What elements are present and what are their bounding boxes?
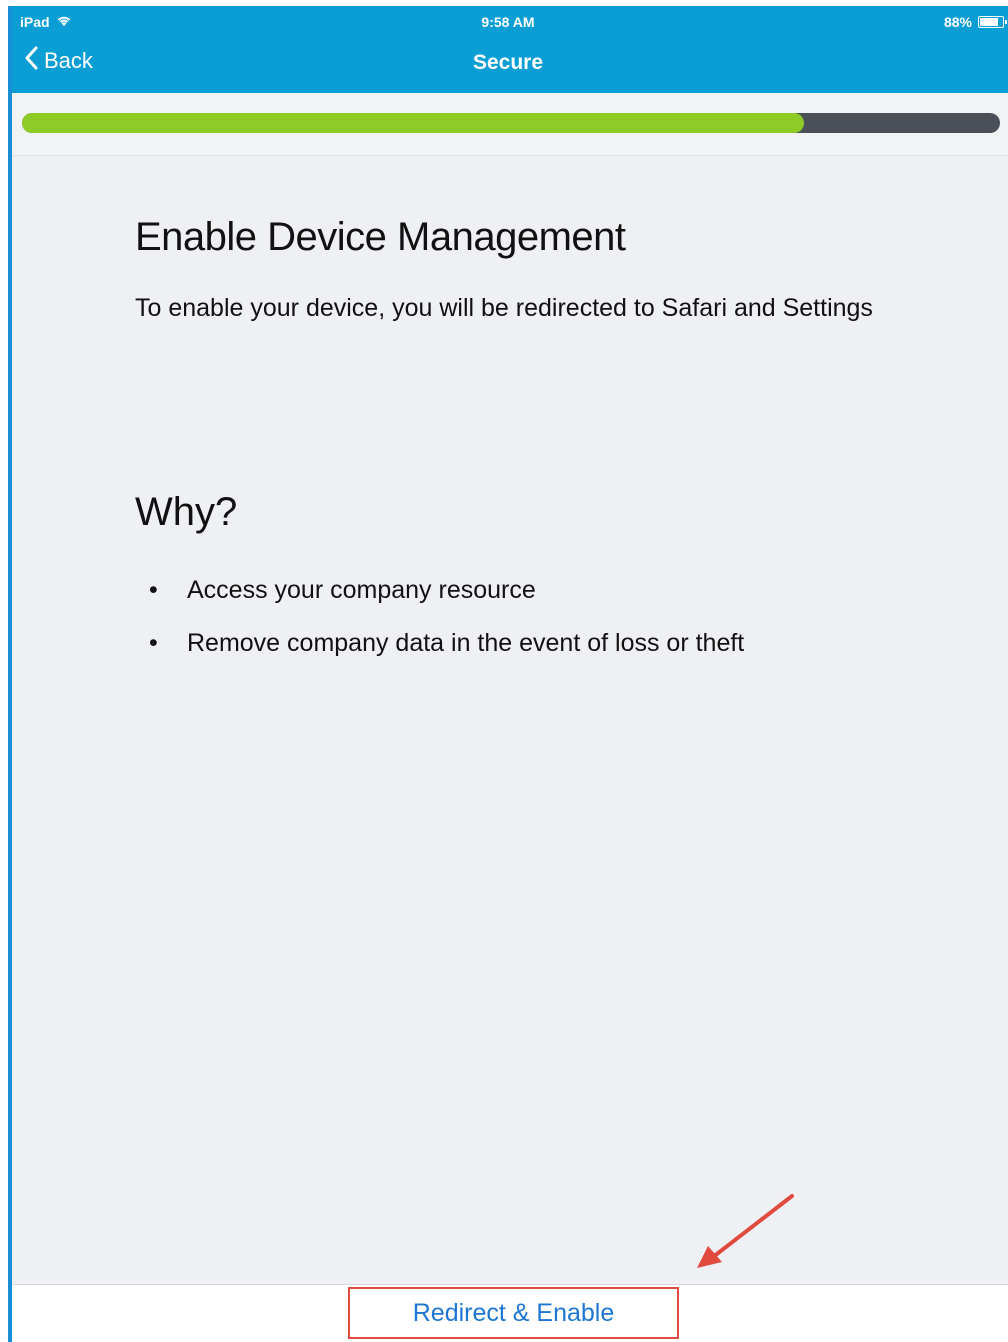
list-item-text: Remove company data in the event of loss… bbox=[187, 629, 745, 657]
status-time: 9:58 AM bbox=[481, 14, 535, 30]
battery-icon bbox=[978, 16, 1007, 28]
list-item: • Remove company data in the event of lo… bbox=[135, 629, 744, 682]
status-right: 88% bbox=[943, 14, 1007, 30]
list-item-text: Access your company resource bbox=[187, 576, 536, 604]
description-text: To enable your device, you will be redir… bbox=[135, 294, 873, 322]
progress-fill bbox=[22, 113, 805, 133]
reasons-list: • Access your company resource • Remove … bbox=[135, 576, 744, 682]
battery-percent: 88% bbox=[943, 14, 972, 30]
bullet-icon: • bbox=[149, 576, 158, 604]
bullet-icon: • bbox=[149, 629, 158, 657]
progress-bar bbox=[22, 113, 1000, 133]
redirect-enable-button[interactable]: Redirect & Enable bbox=[348, 1287, 679, 1339]
device-screen: iPad 9:58 AM 88% Back Secure Enable Devi… bbox=[8, 6, 1008, 1342]
progress-area bbox=[8, 93, 1008, 156]
top-bar: iPad 9:58 AM 88% Back Secure bbox=[8, 6, 1008, 93]
page-title: Secure bbox=[472, 51, 544, 74]
why-heading: Why? bbox=[135, 490, 238, 534]
main-content: Enable Device Management To enable your … bbox=[135, 215, 935, 325]
bottom-bar: Redirect & Enable bbox=[8, 1284, 1008, 1342]
list-item: • Access your company resource bbox=[135, 576, 744, 629]
frame-edge bbox=[8, 6, 12, 1342]
section-heading: Enable Device Management bbox=[135, 215, 626, 259]
